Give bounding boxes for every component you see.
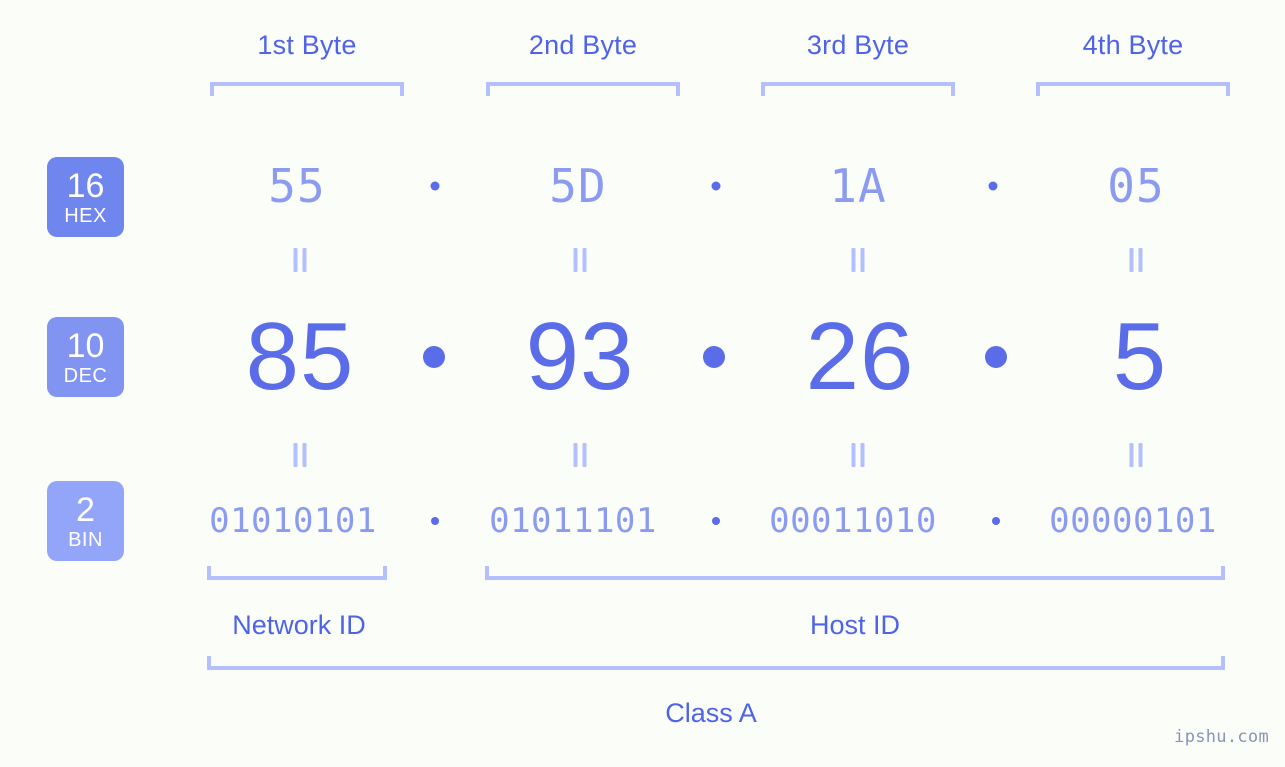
ip-class-label: Class A xyxy=(665,698,757,728)
base-badge-hex-label: HEX xyxy=(64,204,107,227)
byte-bracket-3 xyxy=(761,82,955,96)
hex-byte-3: 1A xyxy=(829,159,887,213)
bin-byte-1: 01010101 xyxy=(209,501,377,541)
byte-header-3: 3rd Byte xyxy=(806,30,910,60)
hex-separator-1 xyxy=(430,181,440,191)
byte-bracket-4 xyxy=(1036,82,1230,96)
base-badge-bin: 2 BIN xyxy=(47,481,124,561)
equals-icon-hex-dec-2 xyxy=(573,248,587,272)
equals-icon-hex-dec-4 xyxy=(1129,248,1143,272)
host-id-bracket xyxy=(485,566,1225,580)
base-badge-dec-number: 10 xyxy=(66,326,105,365)
hex-separator-2 xyxy=(711,181,721,191)
equals-icon-dec-bin-3 xyxy=(851,443,865,467)
equals-icon-dec-bin-4 xyxy=(1129,443,1143,467)
dec-byte-1: 85 xyxy=(245,303,355,410)
base-badge-dec-label: DEC xyxy=(63,364,108,387)
hex-byte-4: 05 xyxy=(1107,159,1165,213)
bin-separator-1 xyxy=(431,517,439,525)
ip-byte-breakdown-diagram: 1st Byte 2nd Byte 3rd Byte 4th Byte 16 H… xyxy=(0,0,1285,767)
byte-header-4: 4th Byte xyxy=(1082,30,1184,60)
base-badge-dec: 10 DEC xyxy=(47,317,124,397)
equals-icon-dec-bin-2 xyxy=(573,443,587,467)
base-badge-bin-label: BIN xyxy=(68,528,103,551)
equals-icon-hex-dec-3 xyxy=(851,248,865,272)
bin-separator-3 xyxy=(992,517,1000,525)
host-id-label: Host ID xyxy=(809,610,901,640)
bin-byte-4: 00000101 xyxy=(1049,501,1217,541)
hex-byte-2: 5D xyxy=(549,159,607,213)
byte-bracket-2 xyxy=(486,82,680,96)
bin-byte-3: 00011010 xyxy=(769,501,937,541)
base-badge-bin-number: 2 xyxy=(76,490,95,529)
dec-byte-4: 5 xyxy=(1112,303,1168,410)
hex-byte-1: 55 xyxy=(268,159,326,213)
bin-separator-2 xyxy=(712,517,720,525)
bin-byte-2: 01011101 xyxy=(489,501,657,541)
equals-icon-dec-bin-1 xyxy=(293,443,307,467)
byte-header-1: 1st Byte xyxy=(257,30,357,60)
network-id-bracket xyxy=(207,566,387,580)
site-watermark: ipshu.com xyxy=(1174,727,1269,747)
base-badge-hex: 16 HEX xyxy=(47,157,124,237)
equals-icon-hex-dec-1 xyxy=(293,248,307,272)
network-id-label: Network ID xyxy=(232,610,366,640)
byte-header-2: 2nd Byte xyxy=(528,30,638,60)
dec-separator-2 xyxy=(703,346,725,368)
dec-byte-3: 26 xyxy=(805,303,915,410)
dec-byte-2: 93 xyxy=(525,303,635,410)
hex-separator-3 xyxy=(988,181,998,191)
base-badge-hex-number: 16 xyxy=(66,166,105,205)
class-bracket xyxy=(207,656,1225,670)
dec-separator-3 xyxy=(985,346,1007,368)
byte-bracket-1 xyxy=(210,82,404,96)
dec-separator-1 xyxy=(423,346,445,368)
